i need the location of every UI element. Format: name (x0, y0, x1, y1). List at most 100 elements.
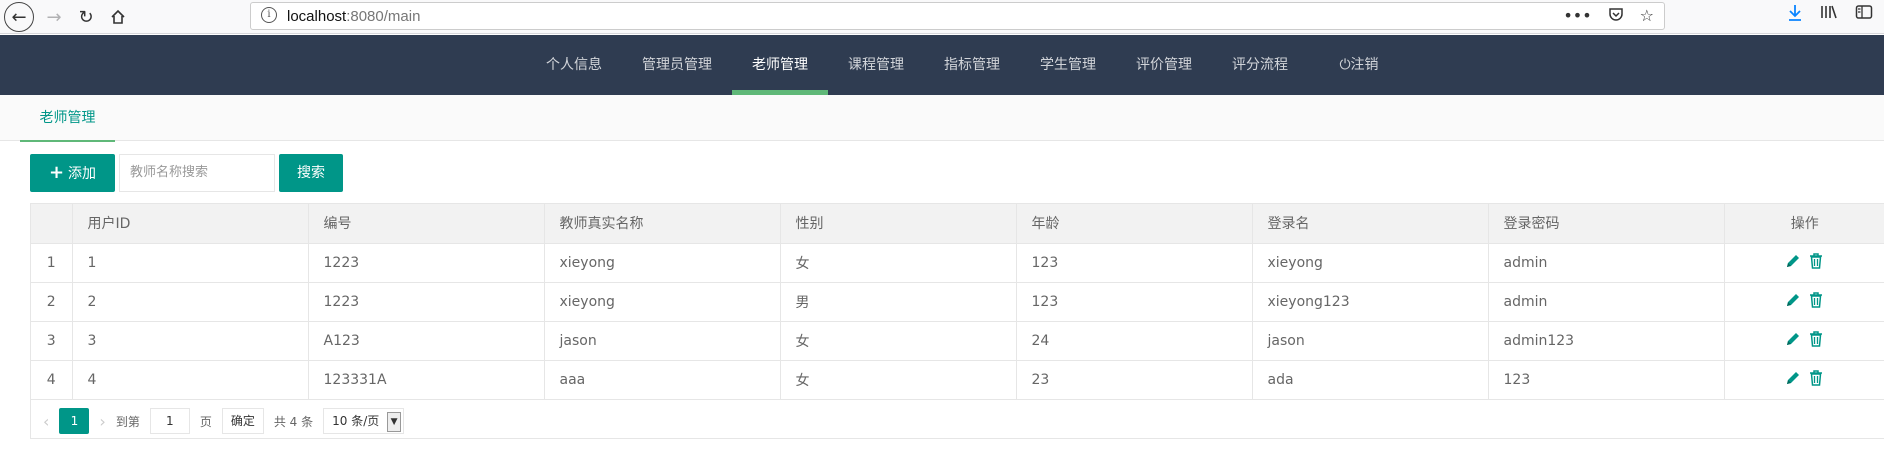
url-host: localhost (287, 8, 347, 25)
cell-gender: 男 (780, 282, 1017, 322)
edit-pencil-icon[interactable] (1785, 370, 1801, 390)
browser-toolbar: ← → ↻ i localhost:8080/main ••• ☆ (0, 0, 1884, 34)
confirm-button[interactable]: 确定 (221, 408, 264, 434)
address-bar[interactable]: i localhost:8080/main ••• ☆ (250, 2, 1665, 30)
table-row: 4 4 123331A aaa 女 23 ada 123 (31, 360, 1884, 400)
row-index: 3 (31, 321, 73, 361)
cell-age: 23 (1016, 360, 1253, 400)
add-button-label: 添加 (68, 166, 97, 182)
edit-pencil-icon[interactable] (1785, 253, 1801, 273)
row-actions (1724, 282, 1884, 322)
page-actions-icon[interactable]: ••• (1563, 6, 1591, 26)
cell-user-id: 2 (72, 282, 309, 322)
nav-item-admin[interactable]: 管理员管理 (629, 35, 725, 95)
delete-trash-icon[interactable] (1807, 369, 1825, 391)
cell-age: 24 (1016, 321, 1253, 361)
back-arrow-icon[interactable]: ← (4, 2, 34, 32)
nav-item-indicator[interactable]: 指标管理 (933, 35, 1011, 95)
header-gender[interactable]: 性别 (780, 204, 1017, 244)
tab-strip: 老师管理 (0, 95, 1884, 142)
edit-pencil-icon[interactable] (1785, 292, 1801, 312)
row-index: 2 (31, 282, 73, 322)
cell-password: admin (1488, 282, 1725, 322)
nav-item-profile[interactable]: 个人信息 (535, 35, 613, 95)
goto-page-input[interactable]: 1 (149, 408, 190, 434)
dropdown-arrow-icon: ▼ (387, 411, 402, 432)
nav-item-evaluation[interactable]: 评价管理 (1125, 35, 1203, 95)
cell-real-name: xieyong (544, 282, 781, 322)
teacher-search-input[interactable]: 教师名称搜索 (119, 154, 275, 192)
downloads-icon[interactable] (1787, 4, 1803, 22)
forward-arrow-icon[interactable]: → (40, 3, 68, 31)
row-index: 1 (31, 243, 73, 283)
add-button[interactable]: + 添加 (30, 154, 115, 192)
table-header-row: 用户ID 编号 教师真实名称 性别 年龄 登录名 登录密码 操作 (31, 204, 1884, 244)
page-size-value: 10 条/页 (332, 414, 380, 428)
nav-item-scoring-flow[interactable]: 评分流程 (1221, 35, 1299, 95)
delete-trash-icon[interactable] (1807, 252, 1825, 274)
cell-password: 123 (1488, 360, 1725, 400)
nav-item-course[interactable]: 课程管理 (837, 35, 915, 95)
site-info-icon[interactable]: i (261, 7, 277, 23)
nav-item-student[interactable]: 学生管理 (1029, 35, 1107, 95)
row-actions (1724, 360, 1884, 400)
cell-gender: 女 (780, 243, 1017, 283)
delete-trash-icon[interactable] (1807, 291, 1825, 313)
logout-label: 注销 (1350, 57, 1379, 73)
home-icon[interactable] (104, 3, 132, 31)
nav-item-logout[interactable]: ⏻注销 (1320, 35, 1398, 95)
cell-user-id: 4 (72, 360, 309, 400)
tab-teacher-management[interactable]: 老师管理 (20, 95, 115, 142)
next-page-icon[interactable]: › (99, 412, 105, 431)
cell-gender: 女 (780, 360, 1017, 400)
main-content: 老师管理 + 添加 教师名称搜索 搜索 用户ID 编号 教师真实名称 性别 年龄… (0, 95, 1884, 455)
header-index (31, 204, 73, 244)
edit-pencil-icon[interactable] (1785, 331, 1801, 351)
cell-user-id: 1 (72, 243, 309, 283)
header-actions: 操作 (1724, 204, 1884, 244)
delete-trash-icon[interactable] (1807, 330, 1825, 352)
header-age[interactable]: 年龄 (1016, 204, 1253, 244)
table-row: 2 2 1223 xieyong 男 123 xieyong123 admin (31, 282, 1884, 322)
cell-code: A123 (308, 321, 545, 361)
table-row: 3 3 A123 jason 女 24 jason admin123 (31, 321, 1884, 361)
header-login-name[interactable]: 登录名 (1252, 204, 1489, 244)
bookmark-star-icon[interactable]: ☆ (1640, 6, 1654, 26)
top-nav: 个人信息 管理员管理 老师管理 课程管理 指标管理 学生管理 评价管理 评分流程… (0, 35, 1884, 95)
row-actions (1724, 243, 1884, 283)
cell-user-id: 3 (72, 321, 309, 361)
page-current[interactable]: 1 (59, 408, 90, 434)
cell-login-name: xieyong (1252, 243, 1489, 283)
plus-icon: + (48, 162, 65, 183)
header-password[interactable]: 登录密码 (1488, 204, 1725, 244)
page-size-select[interactable]: 10 条/页 ▼ (323, 408, 405, 434)
header-user-id[interactable]: 用户ID (72, 204, 309, 244)
sidebar-icon[interactable] (1855, 4, 1873, 20)
cell-real-name: aaa (544, 360, 781, 400)
header-real-name[interactable]: 教师真实名称 (544, 204, 781, 244)
prev-page-icon[interactable]: ‹ (43, 412, 49, 431)
table-row: 1 1 1223 xieyong 女 123 xieyong admin (31, 243, 1884, 283)
row-actions (1724, 321, 1884, 361)
power-icon: ⏻ (1339, 57, 1351, 73)
total-count: 共 4 条 (273, 414, 314, 429)
url-path: :8080/main (346, 8, 421, 25)
search-button[interactable]: 搜索 (279, 154, 343, 192)
cell-password: admin123 (1488, 321, 1725, 361)
cell-age: 123 (1016, 243, 1253, 283)
pagination: ‹ 1 › 到第 1 页 确定 共 4 条 10 条/页 ▼ (31, 402, 1884, 440)
nav-item-teacher[interactable]: 老师管理 (732, 35, 828, 95)
library-icon[interactable] (1820, 4, 1838, 20)
teacher-table: 用户ID 编号 教师真实名称 性别 年龄 登录名 登录密码 操作 1 1 1223 x… (30, 203, 1884, 439)
cell-code: 123331A (308, 360, 545, 400)
cell-login-name: jason (1252, 321, 1489, 361)
row-index: 4 (31, 360, 73, 400)
cell-age: 123 (1016, 282, 1253, 322)
cell-password: admin (1488, 243, 1725, 283)
reload-icon[interactable]: ↻ (72, 3, 100, 31)
goto-label: 到第 (115, 414, 140, 429)
header-code[interactable]: 编号 (308, 204, 545, 244)
pocket-icon[interactable] (1608, 6, 1624, 26)
url-text: localhost:8080/main (287, 8, 420, 25)
cell-real-name: jason (544, 321, 781, 361)
